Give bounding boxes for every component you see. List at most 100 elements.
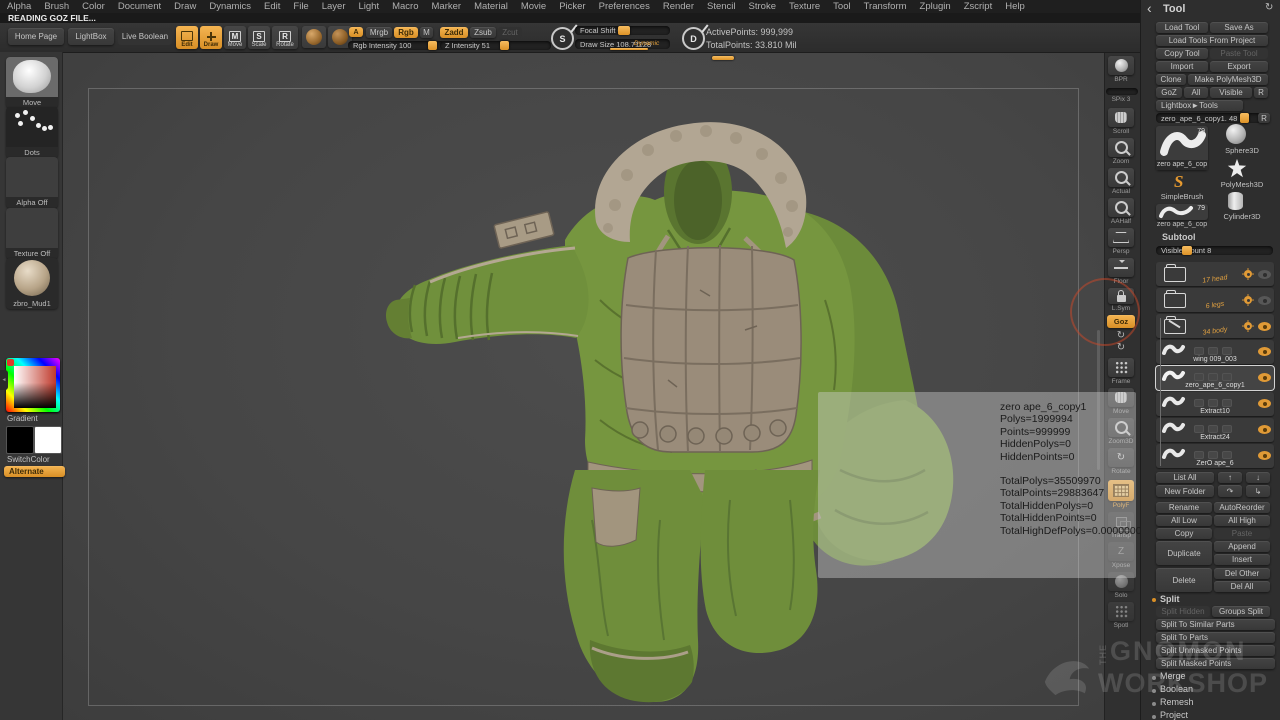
- menu-macro[interactable]: Macro: [392, 1, 418, 12]
- lightbox-tools-button[interactable]: Lightbox►Tools: [1156, 100, 1243, 111]
- gear-icon[interactable]: [1244, 296, 1252, 304]
- menu-picker[interactable]: Picker: [559, 1, 585, 12]
- current-stroke-button[interactable]: Dots: [6, 107, 58, 158]
- save-as-button[interactable]: Save As: [1210, 22, 1268, 33]
- subtool-folder-row[interactable]: 6 legs: [1156, 288, 1274, 312]
- home-page-button[interactable]: Home Page: [8, 28, 64, 45]
- copy-tool-button[interactable]: Copy Tool: [1156, 48, 1208, 59]
- subtool-folder-row[interactable]: 34 body: [1156, 314, 1274, 338]
- menu-help[interactable]: Help: [1005, 1, 1025, 12]
- gear-icon[interactable]: [1244, 322, 1252, 330]
- rgb-intensity-thumb[interactable]: [428, 41, 437, 50]
- clone-button[interactable]: Clone: [1156, 74, 1186, 85]
- frame-button[interactable]: [1108, 358, 1134, 377]
- remesh-section-title[interactable]: Remesh: [1160, 697, 1194, 707]
- lightbox-button[interactable]: LightBox: [68, 28, 114, 45]
- a-toggle-button[interactable]: A: [349, 27, 363, 37]
- rgb-button[interactable]: Rgb: [394, 27, 418, 38]
- sculpt-toggle-icon[interactable]: [1208, 399, 1218, 407]
- brush-toggle-icon[interactable]: [1222, 399, 1232, 407]
- menu-file[interactable]: File: [293, 1, 308, 12]
- menu-zscript[interactable]: Zscript: [964, 1, 993, 12]
- stroke-type-icon[interactable]: S: [551, 27, 574, 50]
- menu-material[interactable]: Material: [474, 1, 508, 12]
- subtool-folder-row[interactable]: 17 head: [1156, 262, 1274, 286]
- project-section-title[interactable]: Project: [1160, 710, 1188, 720]
- zcut-button[interactable]: Zcut: [498, 27, 522, 38]
- alternate-button[interactable]: Alternate: [4, 466, 65, 477]
- paint-toggle-icon[interactable]: [1194, 399, 1204, 407]
- paint-toggle-icon[interactable]: [1194, 373, 1204, 381]
- split-masked-points-button[interactable]: Split Masked Points: [1156, 658, 1275, 669]
- eye-icon[interactable]: [1258, 373, 1271, 382]
- subtool-row-selected[interactable]: zero_ape_6_copy1: [1156, 366, 1274, 390]
- z-intensity-slider[interactable]: Z Intensity 51: [440, 41, 551, 50]
- subtool-row[interactable]: ZerO ape_6: [1156, 444, 1274, 468]
- menu-layer[interactable]: Layer: [322, 1, 346, 12]
- paste-subtool-button[interactable]: Paste: [1214, 528, 1270, 539]
- make-polymesh3d-button[interactable]: Make PolyMesh3D: [1188, 74, 1268, 85]
- draw-button[interactable]: Draw: [200, 26, 222, 49]
- tray-collapse-handle[interactable]: ◄: [0, 370, 8, 390]
- floor-button[interactable]: [1108, 258, 1134, 277]
- cylinder3d-tool[interactable]: [1228, 192, 1243, 210]
- split-to-similar-parts-button[interactable]: Split To Similar Parts: [1156, 619, 1275, 630]
- move-button[interactable]: M Move: [224, 26, 246, 49]
- material-thumbnail-1[interactable]: [302, 26, 326, 48]
- rename-button[interactable]: Rename: [1156, 502, 1212, 513]
- redo-icon[interactable]: ↻: [1114, 342, 1128, 354]
- menu-render[interactable]: Render: [663, 1, 694, 12]
- recent-tool-thumbnail[interactable]: 79: [1156, 204, 1208, 220]
- eye-icon[interactable]: [1258, 322, 1271, 331]
- paint-toggle-icon[interactable]: [1194, 425, 1204, 433]
- load-tool-button[interactable]: Load Tool: [1156, 22, 1208, 33]
- delete-button[interactable]: Delete: [1156, 568, 1212, 592]
- append-button[interactable]: Append: [1214, 541, 1270, 552]
- slider-r-button[interactable]: R: [1258, 113, 1270, 123]
- goz-all-button[interactable]: All: [1184, 87, 1208, 98]
- eye-icon[interactable]: [1258, 451, 1271, 460]
- subtool-section-title[interactable]: Subtool: [1162, 232, 1196, 242]
- current-material-button[interactable]: zbro_Mud1: [6, 258, 58, 309]
- active-tool-thumbnail[interactable]: 79 zero ape_6_cop: [1156, 126, 1208, 170]
- color-picker[interactable]: [6, 358, 60, 412]
- current-alpha-button[interactable]: Alpha Off: [6, 157, 58, 208]
- new-folder-button[interactable]: New Folder: [1156, 485, 1214, 497]
- insert-button[interactable]: Insert: [1214, 554, 1270, 565]
- edit-button[interactable]: Edit: [176, 26, 198, 49]
- sculpt-toggle-icon[interactable]: [1208, 425, 1218, 433]
- move-into-folder-button[interactable]: ↳: [1246, 485, 1270, 497]
- brush-toggle-icon[interactable]: [1222, 451, 1232, 459]
- mrgb-button[interactable]: Mrgb: [366, 27, 392, 38]
- actual-button[interactable]: [1108, 168, 1134, 187]
- all-low-button[interactable]: All Low: [1156, 515, 1212, 526]
- spotlight-button[interactable]: [1108, 602, 1134, 621]
- current-texture-button[interactable]: Texture Off: [6, 208, 58, 259]
- sculpt-toggle-icon[interactable]: [1208, 373, 1218, 381]
- del-all-button[interactable]: Del All: [1214, 581, 1270, 592]
- shelf-divider-handle[interactable]: [712, 56, 734, 60]
- goz-r-button[interactable]: R: [1254, 87, 1268, 98]
- simplebrush-tool[interactable]: S: [1174, 172, 1183, 192]
- load-tools-from-project-button[interactable]: Load Tools From Project: [1156, 35, 1268, 46]
- menu-stencil[interactable]: Stencil: [707, 1, 736, 12]
- live-boolean-button[interactable]: Live Boolean: [118, 28, 172, 45]
- split-section-title[interactable]: Split: [1160, 594, 1180, 604]
- boolean-section-title[interactable]: Boolean: [1160, 684, 1193, 694]
- merge-section-title[interactable]: Merge: [1160, 671, 1186, 681]
- goz-shelf-button[interactable]: Goz: [1107, 315, 1135, 328]
- draw-size-icon[interactable]: D: [682, 27, 705, 50]
- duplicate-button[interactable]: Duplicate: [1156, 541, 1212, 565]
- eye-icon[interactable]: [1258, 399, 1271, 408]
- eye-icon[interactable]: [1258, 347, 1271, 356]
- import-button[interactable]: Import: [1156, 61, 1208, 72]
- split-to-parts-button[interactable]: Split To Parts: [1156, 632, 1275, 643]
- goz-button[interactable]: GoZ: [1156, 87, 1182, 98]
- sphere3d-tool[interactable]: [1226, 124, 1246, 144]
- z-intensity-thumb[interactable]: [500, 41, 509, 50]
- list-all-button[interactable]: List All: [1156, 472, 1214, 483]
- eye-icon[interactable]: [1258, 270, 1271, 279]
- visible-count-slider[interactable]: Visible Count 8: [1156, 246, 1273, 255]
- panel-back-icon[interactable]: ‹: [1147, 0, 1152, 16]
- visible-count-thumb[interactable]: [1182, 246, 1192, 255]
